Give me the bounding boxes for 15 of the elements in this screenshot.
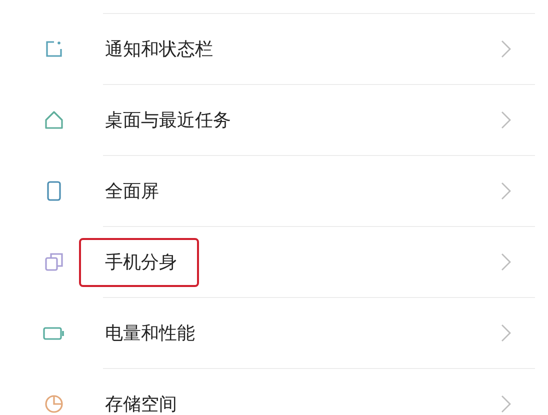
chevron-icon (501, 40, 511, 58)
home-icon (43, 108, 65, 130)
setting-label[interactable]: 电量和性能 (79, 308, 217, 358)
chevron-icon (501, 395, 511, 413)
copy-icon (43, 250, 65, 272)
chevron-icon (501, 111, 511, 129)
chevron-icon (501, 182, 511, 200)
setting-label[interactable]: 手机分身 (79, 238, 199, 286)
chevron-icon (501, 253, 511, 271)
chevron-icon (501, 324, 511, 342)
setting-label[interactable]: 通知和状态栏 (79, 24, 235, 74)
setting-label[interactable]: 存储空间 (79, 380, 199, 415)
pie-chart-icon (43, 392, 65, 414)
setting-label[interactable]: 桌面与最近任务 (79, 96, 253, 144)
setting-label[interactable]: 全面屏 (79, 166, 181, 216)
